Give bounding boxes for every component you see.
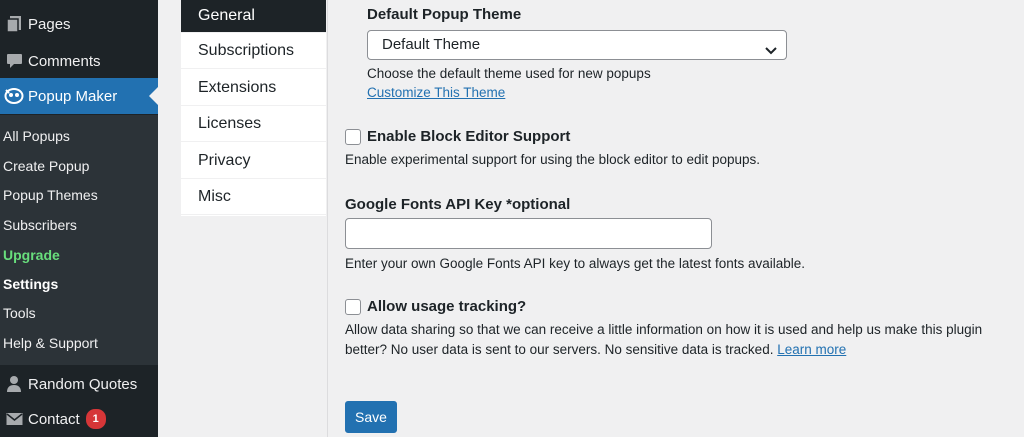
menu-item-label: Random Quotes (28, 375, 138, 393)
usage-tracking-description-line1: Allow data sharing so that we can receiv… (345, 322, 983, 337)
default-theme-value: Default Theme (382, 36, 481, 53)
notification-badge: 1 (85, 409, 106, 429)
learn-more-link[interactable]: Learn more (777, 342, 846, 357)
submenu-settings[interactable]: Settings (3, 272, 58, 296)
google-fonts-label: Google Fonts API Key *optional (345, 196, 571, 213)
default-theme-label: Default Popup Theme (367, 6, 522, 23)
popup-maker-icon (0, 87, 28, 105)
menu-item-random-quotes[interactable]: Random Quotes (0, 366, 158, 402)
menu-item-comments[interactable]: Comments (0, 43, 158, 79)
submenu-popup-themes[interactable]: Popup Themes (3, 183, 98, 207)
default-theme-select[interactable]: Default Theme (367, 30, 787, 60)
tab-licenses[interactable]: Licenses (181, 106, 326, 142)
popup-maker-submenu: All Popups Create Popup Popup Themes Sub… (0, 115, 158, 365)
pages-icon (0, 15, 28, 33)
menu-item-label: Comments (28, 52, 101, 70)
submenu-create-popup[interactable]: Create Popup (3, 154, 89, 178)
user-icon (0, 375, 28, 393)
customize-theme-link[interactable]: Customize This Theme (367, 83, 505, 103)
tab-subscriptions[interactable]: Subscriptions (181, 33, 326, 69)
tab-privacy[interactable]: Privacy (181, 143, 326, 179)
active-menu-arrow (149, 87, 158, 105)
usage-tracking-description-text: better? No user data is sent to our serv… (345, 342, 774, 357)
default-theme-description: Choose the default theme used for new po… (367, 66, 651, 81)
block-editor-label: Enable Block Editor Support (367, 128, 571, 145)
menu-item-label: Pages (28, 15, 71, 33)
menu-item-pages[interactable]: Pages (0, 6, 158, 42)
submenu-tools[interactable]: Tools (3, 301, 36, 325)
tab-misc[interactable]: Misc (181, 179, 326, 215)
menu-item-label: Contact (28, 410, 80, 428)
chevron-down-icon (764, 39, 778, 55)
menu-item-label: Popup Maker (28, 87, 118, 105)
comments-icon (0, 53, 28, 69)
mail-icon (0, 412, 28, 426)
submenu-upgrade[interactable]: Upgrade (3, 243, 60, 267)
submenu-all-popups[interactable]: All Popups (3, 124, 70, 148)
block-editor-checkbox[interactable] (345, 129, 361, 145)
block-editor-description: Enable experimental support for using th… (345, 152, 761, 167)
submenu-help-support[interactable]: Help & Support (3, 331, 98, 355)
save-button[interactable]: Save (345, 401, 397, 433)
tab-extensions[interactable]: Extensions (181, 70, 326, 106)
tabs-divider (327, 0, 328, 437)
google-fonts-api-key-input[interactable] (345, 218, 712, 249)
menu-item-contact[interactable]: Contact 1 (0, 401, 158, 437)
menu-item-popup-maker[interactable]: Popup Maker (0, 78, 158, 114)
usage-tracking-label: Allow usage tracking? (367, 298, 527, 315)
tab-general[interactable]: General (181, 0, 326, 33)
usage-tracking-description-line2: better? No user data is sent to our serv… (345, 340, 846, 360)
admin-sidebar: Pages Comments Popup Maker All Popups Cr… (0, 0, 158, 437)
google-fonts-description: Enter your own Google Fonts API key to a… (345, 256, 806, 271)
submenu-subscribers[interactable]: Subscribers (3, 213, 77, 237)
settings-tabs: General Subscriptions Extensions License… (181, 0, 326, 216)
usage-tracking-checkbox[interactable] (345, 299, 361, 315)
